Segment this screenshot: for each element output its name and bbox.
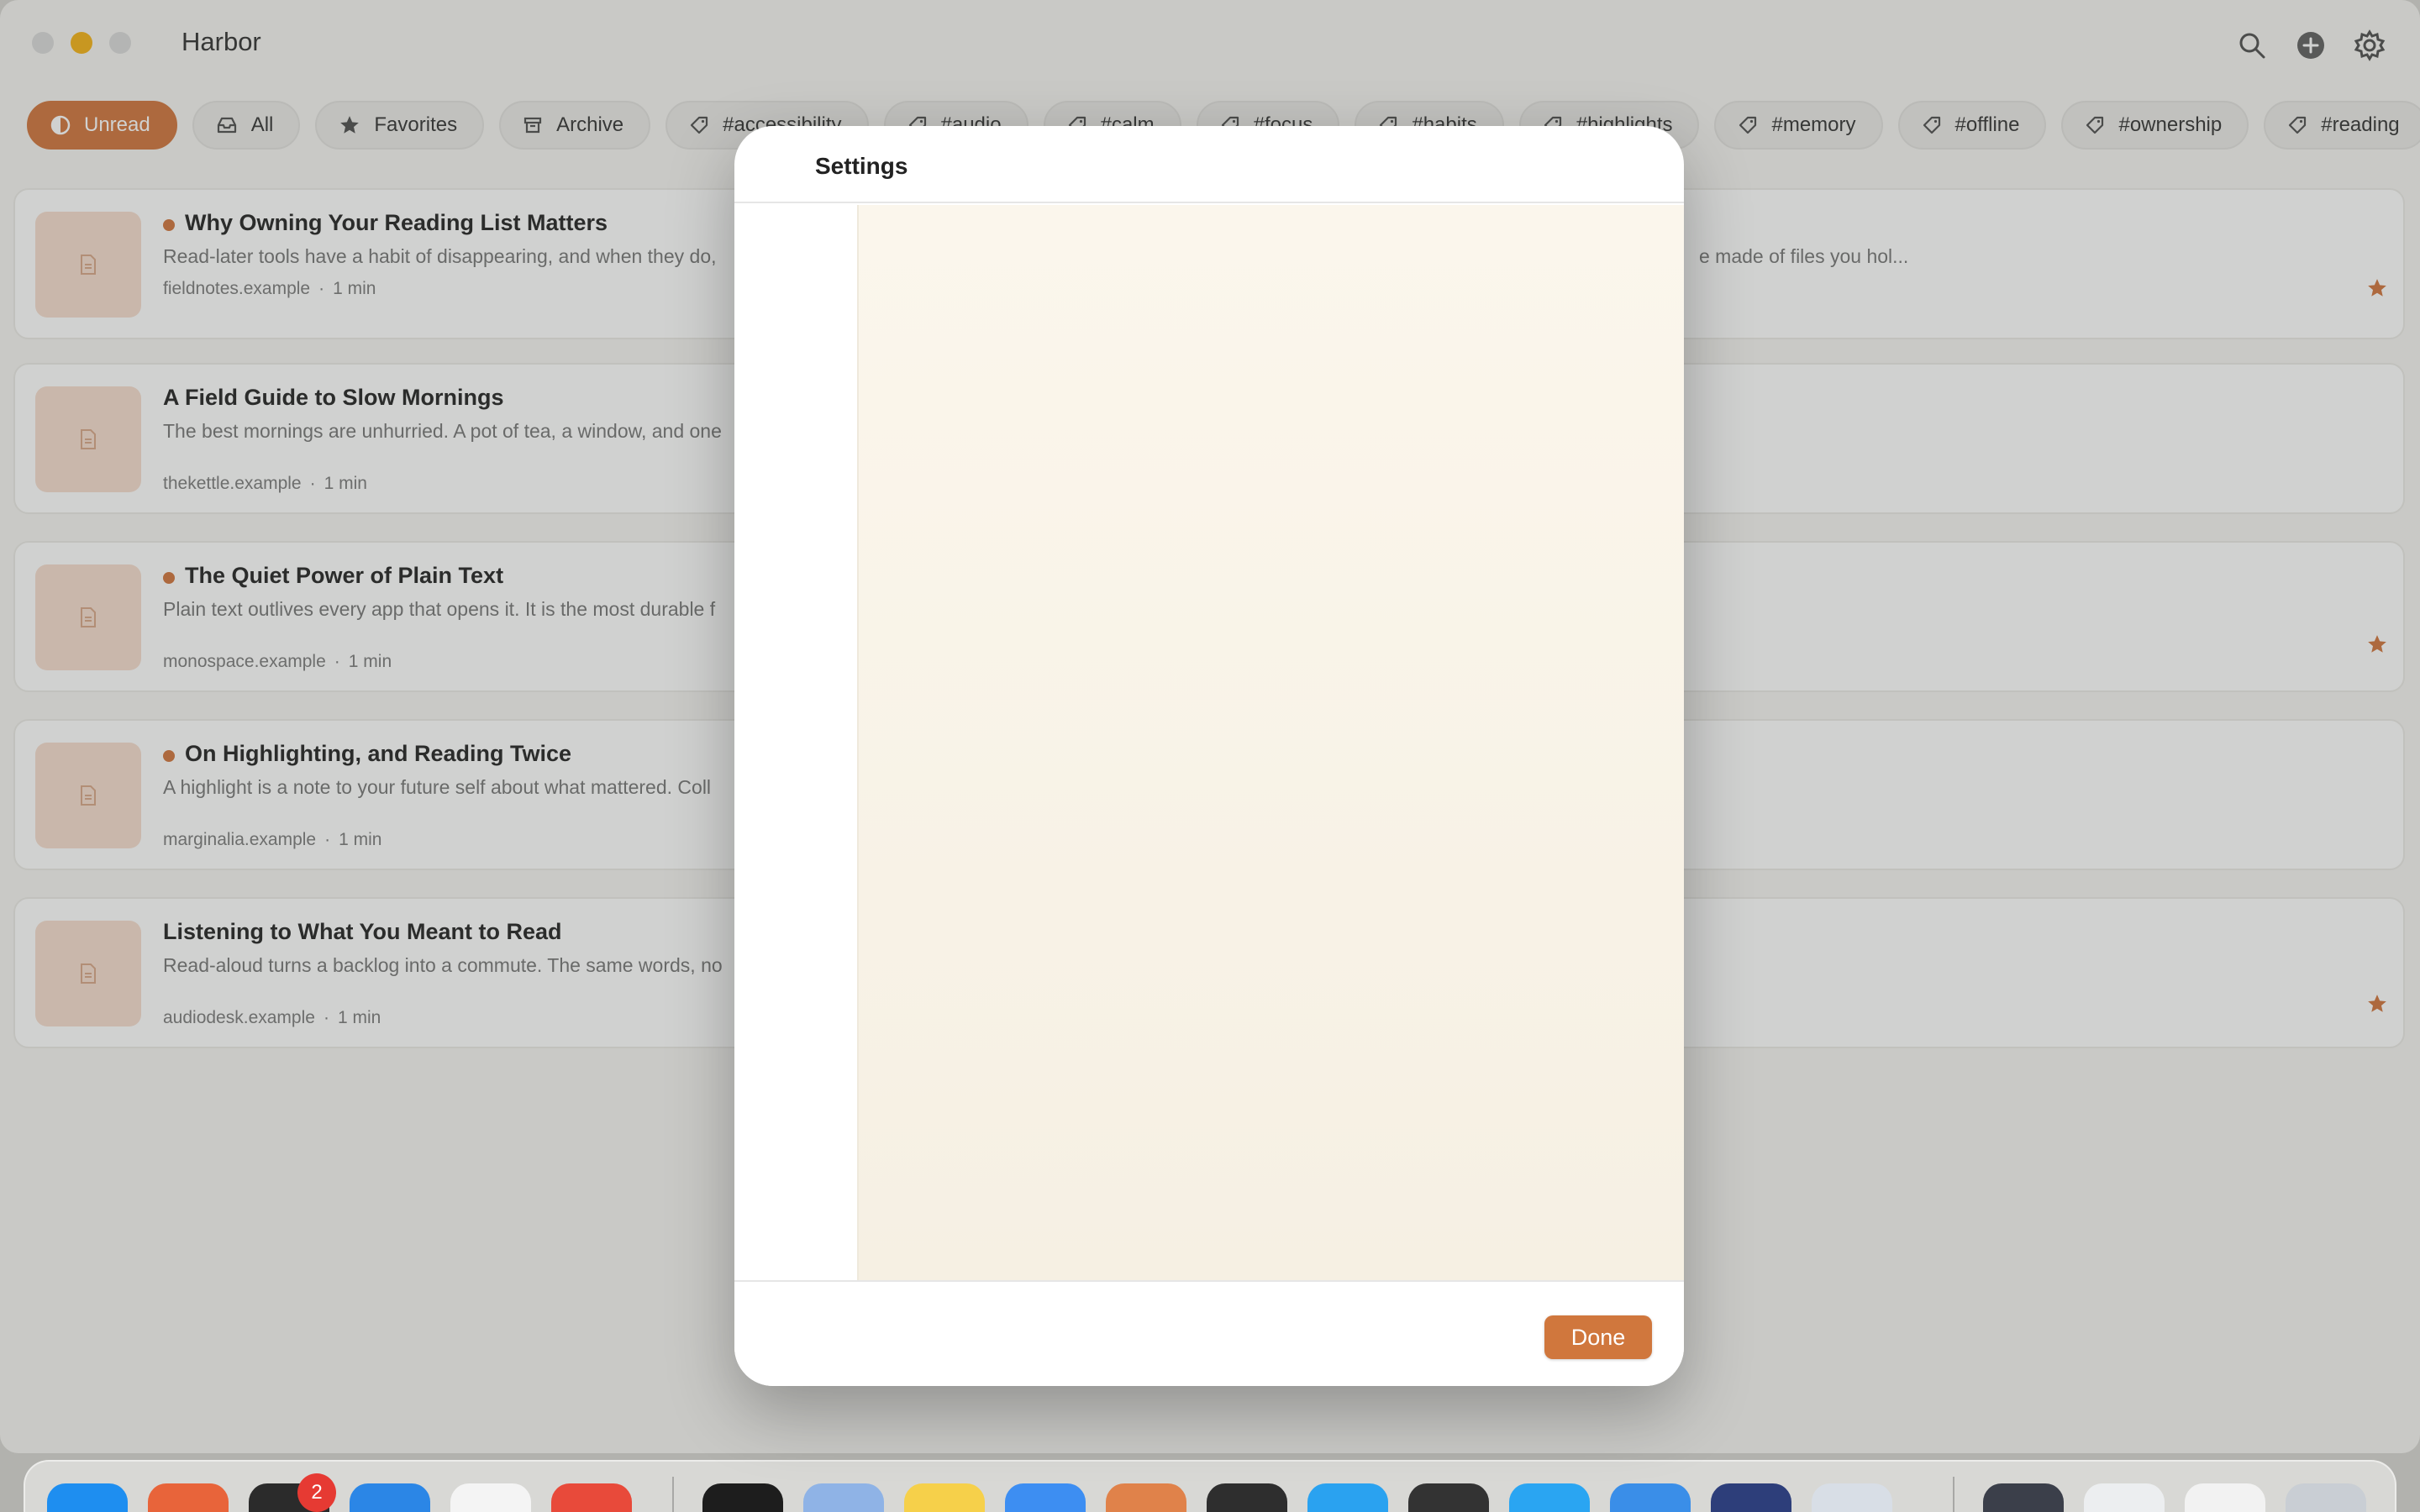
tools-icon[interactable] xyxy=(1610,1483,1691,1512)
messages-icon[interactable] xyxy=(1509,1483,1590,1512)
settings-header: Settings xyxy=(734,126,1684,203)
settings-title: Settings xyxy=(815,153,908,179)
send-icon[interactable] xyxy=(1711,1483,1791,1512)
terminal-badge: 2 xyxy=(297,1473,336,1512)
preview-icon[interactable] xyxy=(803,1483,884,1512)
done-button[interactable]: Done xyxy=(1544,1315,1652,1359)
safari-icon[interactable] xyxy=(450,1483,531,1512)
game-icon[interactable] xyxy=(1408,1483,1489,1512)
dock xyxy=(24,1460,2396,1512)
pages-icon[interactable] xyxy=(1106,1483,1186,1512)
mail-icon[interactable] xyxy=(1005,1483,1086,1512)
settings-dialog: Settings Done xyxy=(734,126,1684,1386)
grid-icon[interactable] xyxy=(1812,1483,1892,1512)
notes-icon[interactable] xyxy=(904,1483,985,1512)
app-store-icon[interactable] xyxy=(47,1483,128,1512)
settings-sidebar xyxy=(734,205,859,1280)
finder-icon[interactable] xyxy=(702,1483,783,1512)
mail-burst-icon[interactable] xyxy=(148,1483,229,1512)
dock-divider xyxy=(672,1477,674,1512)
dock-divider xyxy=(1953,1477,1954,1512)
window-thumb-2-icon[interactable] xyxy=(2185,1483,2265,1512)
window-thumb-icon[interactable] xyxy=(2084,1483,2165,1512)
settings-footer: Done xyxy=(734,1280,1684,1386)
xcode-icon[interactable] xyxy=(350,1483,430,1512)
thumbnail-icon[interactable] xyxy=(1983,1483,2064,1512)
trash-icon[interactable] xyxy=(2286,1483,2366,1512)
more-apps-icon[interactable] xyxy=(1207,1483,1287,1512)
settings-content-pane xyxy=(859,205,1684,1280)
chrome-icon[interactable] xyxy=(551,1483,632,1512)
files-icon[interactable] xyxy=(1307,1483,1388,1512)
